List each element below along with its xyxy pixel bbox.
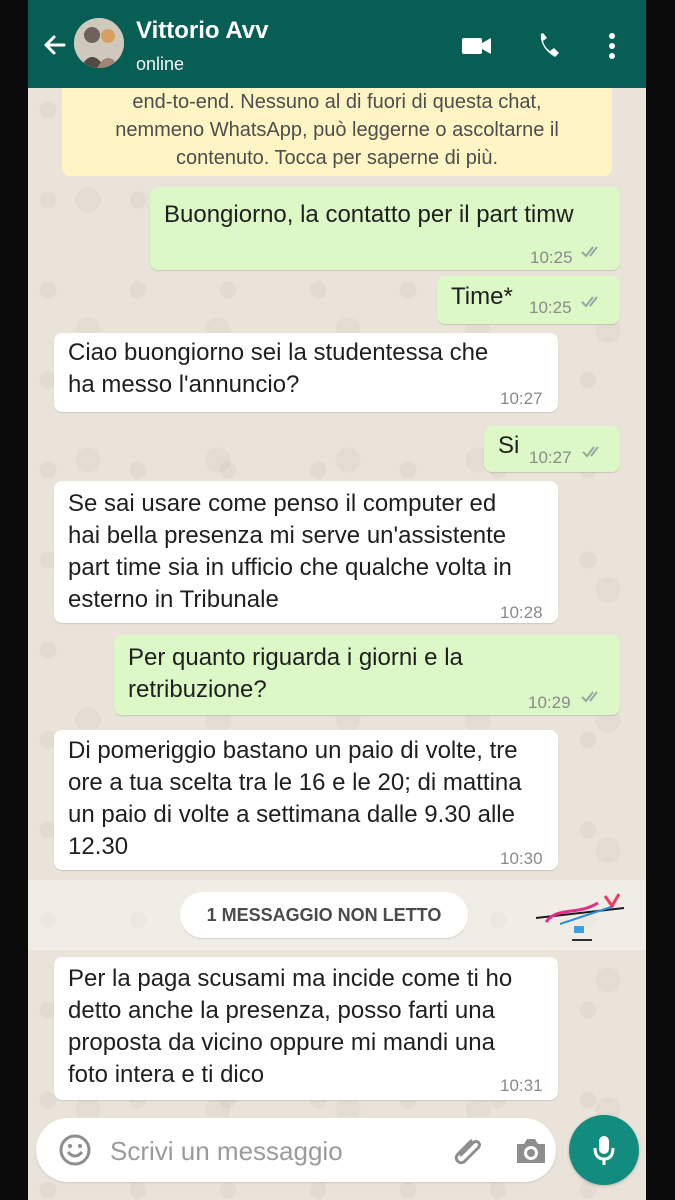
message-text: Per la paga scusami ma incide come ti ho bbox=[68, 965, 513, 992]
message-text: ore a tua scelta tra le 16 e le 20; di m… bbox=[68, 769, 522, 796]
message-time: 10:27 bbox=[500, 389, 543, 408]
double-check-icon bbox=[581, 246, 598, 258]
message-time: 10:31 bbox=[500, 1076, 543, 1095]
message-text: foto intera e ti dico bbox=[68, 1061, 265, 1088]
message-text: Per quanto riguarda i giorni e la bbox=[128, 644, 463, 671]
voice-message-button[interactable] bbox=[569, 1115, 639, 1185]
message-bubble-incoming[interactable]: Ciao buongiorno sei la studentessa che h… bbox=[54, 333, 558, 412]
contact-avatar[interactable] bbox=[74, 18, 124, 68]
message-time: 10:28 bbox=[500, 603, 543, 622]
microphone-icon bbox=[593, 1136, 615, 1165]
contact-name[interactable]: Vittorio Avv bbox=[136, 17, 268, 45]
attachment-icon[interactable] bbox=[450, 1133, 484, 1167]
double-check-icon bbox=[581, 296, 598, 308]
encryption-notice[interactable]: end-to-end. Nessuno al di fuori di quest… bbox=[62, 88, 612, 176]
message-bubble-outgoing[interactable]: Buongiorno, la contatto per il part timw… bbox=[150, 187, 620, 270]
message-bubble-outgoing[interactable]: Per quanto riguarda i giorni e la retrib… bbox=[114, 635, 620, 715]
contact-status: online bbox=[136, 54, 185, 74]
message-time: 10:25 bbox=[530, 248, 573, 267]
chat-header: Vittorio Avv online bbox=[28, 0, 646, 88]
more-options-icon[interactable] bbox=[602, 32, 622, 60]
camera-icon[interactable] bbox=[513, 1135, 549, 1167]
message-text: esterno in Tribunale bbox=[68, 586, 279, 613]
back-arrow-icon[interactable] bbox=[40, 30, 70, 60]
message-input[interactable] bbox=[108, 1132, 412, 1170]
message-text: Di pomeriggio bastano un paio di volte, … bbox=[68, 737, 518, 764]
message-bubble-incoming[interactable]: Per la paga scusami ma incide come ti ho… bbox=[54, 957, 558, 1100]
notice-line: contenuto. Tocca per saperne di più. bbox=[175, 147, 499, 169]
message-bubble-incoming[interactable]: Se sai usare come penso il computer ed h… bbox=[54, 481, 558, 623]
message-time: 10:27 bbox=[529, 448, 572, 467]
notice-line: nemmeno WhatsApp, può leggerne o ascolta… bbox=[115, 119, 559, 141]
double-check-icon bbox=[582, 446, 599, 458]
message-text: Se sai usare come penso il computer ed bbox=[68, 490, 497, 517]
message-text: hai bella presenza mi serve un'assistent… bbox=[68, 522, 507, 549]
sticker-logo bbox=[535, 893, 625, 941]
message-text: 12.30 bbox=[68, 833, 129, 860]
message-text: proposta da vicino oppure mi mandi una bbox=[68, 1029, 495, 1056]
message-time: 10:25 bbox=[529, 298, 572, 317]
message-text: ha messo l'annuncio? bbox=[68, 371, 300, 398]
message-bubble-outgoing[interactable]: Time* 10:25 bbox=[437, 276, 620, 324]
emoji-icon[interactable] bbox=[58, 1133, 92, 1167]
notice-line: end-to-end. Nessuno al di fuori di quest… bbox=[132, 91, 542, 113]
message-text: detto anche la presenza, posso farti una bbox=[68, 997, 495, 1024]
message-text: Ciao buongiorno sei la studentessa che bbox=[68, 339, 489, 366]
message-text: part time sia in ufficio che qualche vol… bbox=[68, 554, 512, 581]
message-bubble-incoming[interactable]: Di pomeriggio bastano un paio di volte, … bbox=[54, 730, 558, 870]
message-text: Buongiorno, la contatto per il part timw bbox=[164, 201, 574, 228]
message-composer bbox=[36, 1118, 556, 1182]
message-text: un paio di volte a settimana dalle 9.30 … bbox=[68, 801, 515, 828]
message-bubble-outgoing[interactable]: Si 10:27 bbox=[484, 426, 620, 472]
video-call-icon[interactable] bbox=[460, 32, 494, 60]
phone-icon[interactable] bbox=[533, 32, 567, 60]
message-time: 10:29 bbox=[528, 693, 571, 712]
double-check-icon bbox=[581, 691, 598, 703]
unread-messages-banner: 1 MESSAGGIO NON LETTO bbox=[180, 892, 468, 938]
whatsapp-chat-screen: Vittorio Avv online end-to-end. Nessuno … bbox=[28, 0, 646, 1200]
message-time: 10:30 bbox=[500, 849, 543, 868]
